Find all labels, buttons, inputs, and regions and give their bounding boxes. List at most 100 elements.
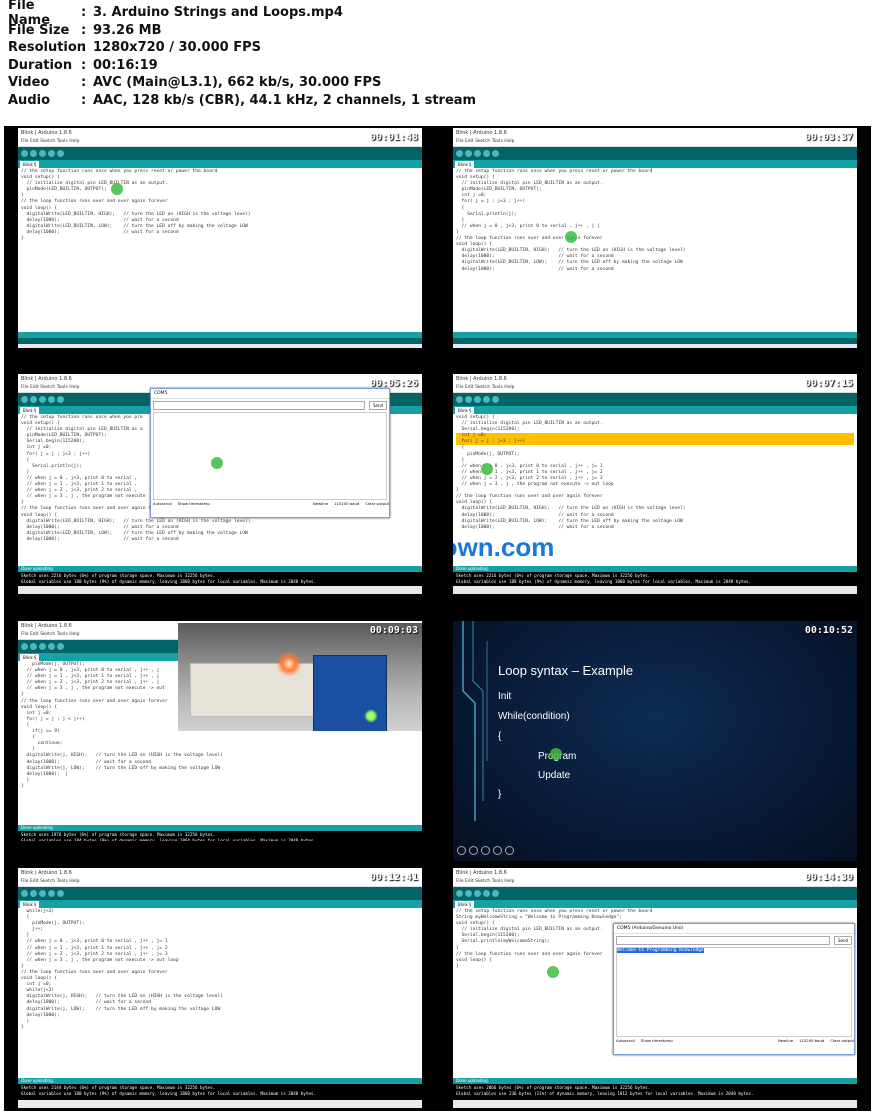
ide-toolbar <box>18 887 422 900</box>
verify-icon[interactable] <box>456 150 463 157</box>
serial-input[interactable] <box>616 936 830 945</box>
new-icon[interactable] <box>39 150 46 157</box>
slide-line: } <box>498 789 502 800</box>
verify-icon[interactable] <box>456 396 463 403</box>
thumbnail-1[interactable]: 00:01:48 Blink | Arduino 1.8.6 File Edit… <box>18 128 422 348</box>
upload-icon[interactable] <box>465 150 472 157</box>
window-title: Blink | Arduino 1.8.6 <box>18 374 422 384</box>
new-icon[interactable] <box>474 396 481 403</box>
slide-controls[interactable] <box>457 846 514 855</box>
bottom-bar <box>453 338 857 344</box>
save-icon[interactable] <box>57 643 64 650</box>
autoscroll-checkbox[interactable]: Autoscroll <box>616 1037 635 1045</box>
window-title: Blink | Arduino 1.8.6 <box>453 128 857 138</box>
save-icon[interactable] <box>57 150 64 157</box>
more-icon[interactable] <box>505 846 514 855</box>
line-ending-select[interactable]: Newline <box>313 500 328 508</box>
serial-monitor-window[interactable]: COM5 Send Autoscroll Show timestamp Newl… <box>150 388 390 518</box>
baud-select[interactable]: 115200 baud <box>799 1037 824 1045</box>
sketch-tab[interactable]: Blink § <box>20 161 40 168</box>
thumbnail-4[interactable]: 00:07:15 Blink | Arduino 1.8.6 File Edit… <box>453 374 857 594</box>
timestamp: 00:10:52 <box>804 625 853 636</box>
save-icon[interactable] <box>492 150 499 157</box>
code-line: Global variables use 184 bytes (9%) of d… <box>21 838 316 841</box>
ide-toolbar <box>453 887 857 900</box>
verify-icon[interactable] <box>21 643 28 650</box>
thumbnail-5[interactable]: 00:09:03 Blink | Arduino 1.8.6 File Edit… <box>18 621 422 841</box>
open-icon[interactable] <box>48 890 55 897</box>
next-slide-icon[interactable] <box>469 846 478 855</box>
open-icon[interactable] <box>483 150 490 157</box>
sketch-tab[interactable]: Blink § <box>455 161 475 168</box>
new-icon[interactable] <box>39 643 46 650</box>
upload-icon[interactable] <box>30 890 37 897</box>
sketch-tab[interactable]: Blink § <box>20 901 40 908</box>
sketch-tab[interactable]: Blink § <box>455 901 475 908</box>
new-icon[interactable] <box>474 890 481 897</box>
timestamp-checkbox[interactable]: Show timestamp <box>641 1037 673 1045</box>
upload-icon[interactable] <box>30 150 37 157</box>
clear-output-button[interactable]: Clear output <box>830 1037 854 1045</box>
sketch-tab[interactable]: Blink § <box>455 407 475 414</box>
thumbnail-3[interactable]: 00:05:26 Blink | Arduino 1.8.6 File Edit… <box>18 374 422 594</box>
serial-input[interactable] <box>153 401 365 410</box>
open-icon[interactable] <box>483 396 490 403</box>
sketch-tab[interactable]: Blink § <box>20 407 40 414</box>
save-icon[interactable] <box>57 890 64 897</box>
verify-icon[interactable] <box>21 396 28 403</box>
open-icon[interactable] <box>48 150 55 157</box>
code-editor[interactable]: // the setup function runs once when you… <box>453 168 857 332</box>
upload-icon[interactable] <box>30 643 37 650</box>
menu-bar: File Edit Sketch Tools Help <box>18 878 422 887</box>
media-info-key: Resolution <box>8 40 87 56</box>
media-info-key: File Size <box>8 22 70 38</box>
zoom-icon[interactable] <box>493 846 502 855</box>
thumbnail-2[interactable]: 00:03:37 Blink | Arduino 1.8.6 File Edit… <box>453 128 857 348</box>
baud-select[interactable]: 115200 baud <box>334 500 359 508</box>
media-info-row: Video: AVC (Main@L3.1), 662 kb/s, 30.000 … <box>8 74 868 92</box>
timestamp: 00:14:30 <box>804 872 853 883</box>
clear-output-button[interactable]: Clear output <box>365 500 389 508</box>
window-title: Blink | Arduino 1.8.6 <box>18 868 422 878</box>
verify-icon[interactable] <box>456 890 463 897</box>
window-title: Blink | Arduino 1.8.6 <box>453 374 857 384</box>
open-icon[interactable] <box>48 643 55 650</box>
code-editor[interactable]: while(j<3) { pinMode(j, OUTPUT); j++; } … <box>18 908 422 1078</box>
new-icon[interactable] <box>39 396 46 403</box>
open-icon[interactable] <box>48 396 55 403</box>
verify-icon[interactable] <box>21 890 28 897</box>
new-icon[interactable] <box>474 150 481 157</box>
send-button[interactable]: Send <box>834 936 852 945</box>
timestamp: 00:09:03 <box>369 625 418 636</box>
thumbnail-6[interactable]: 00:10:52 Loop syntax – Example Init Whil… <box>453 621 857 861</box>
open-icon[interactable] <box>483 890 490 897</box>
thumbnail-7[interactable]: 00:12:41 Blink | Arduino 1.8.6 File Edit… <box>18 868 422 1108</box>
media-info-row: File Size:93.26 MB <box>8 22 868 40</box>
verify-icon[interactable] <box>21 150 28 157</box>
pen-icon[interactable] <box>481 846 490 855</box>
save-icon[interactable] <box>492 396 499 403</box>
media-info: File Name:3. Arduino Strings and Loops.m… <box>8 0 868 109</box>
mouse-cursor-indicator <box>211 457 223 469</box>
upload-icon[interactable] <box>30 396 37 403</box>
line-ending-select[interactable]: Newline <box>778 1037 793 1045</box>
slide-heading: Loop syntax – Example <box>498 663 634 678</box>
save-icon[interactable] <box>492 890 499 897</box>
thumbnail-8[interactable]: 00:14:30 Blink | Arduino 1.8.6 File Edit… <box>453 868 857 1108</box>
sketch-tab[interactable]: Blink § <box>20 654 40 661</box>
code-line: } <box>21 1024 24 1030</box>
serial-monitor-window[interactable]: COM5 (Arduino/Genuino Uno) Send Welcome … <box>613 923 855 1055</box>
code-editor[interactable]: // the setup function runs once when you… <box>18 168 422 332</box>
timestamp-checkbox[interactable]: Show timestamp <box>178 500 210 508</box>
upload-icon[interactable] <box>465 396 472 403</box>
save-icon[interactable] <box>57 396 64 403</box>
autoscroll-checkbox[interactable]: Autoscroll <box>153 500 172 508</box>
prev-slide-icon[interactable] <box>457 846 466 855</box>
slide-line: Init <box>498 691 512 702</box>
upload-icon[interactable] <box>465 890 472 897</box>
new-icon[interactable] <box>39 890 46 897</box>
serial-monitor-title: COM5 <box>151 389 389 399</box>
mouse-cursor-indicator <box>565 231 577 243</box>
watermark: 0daydown.com <box>453 532 554 563</box>
send-button[interactable]: Send <box>369 401 387 410</box>
